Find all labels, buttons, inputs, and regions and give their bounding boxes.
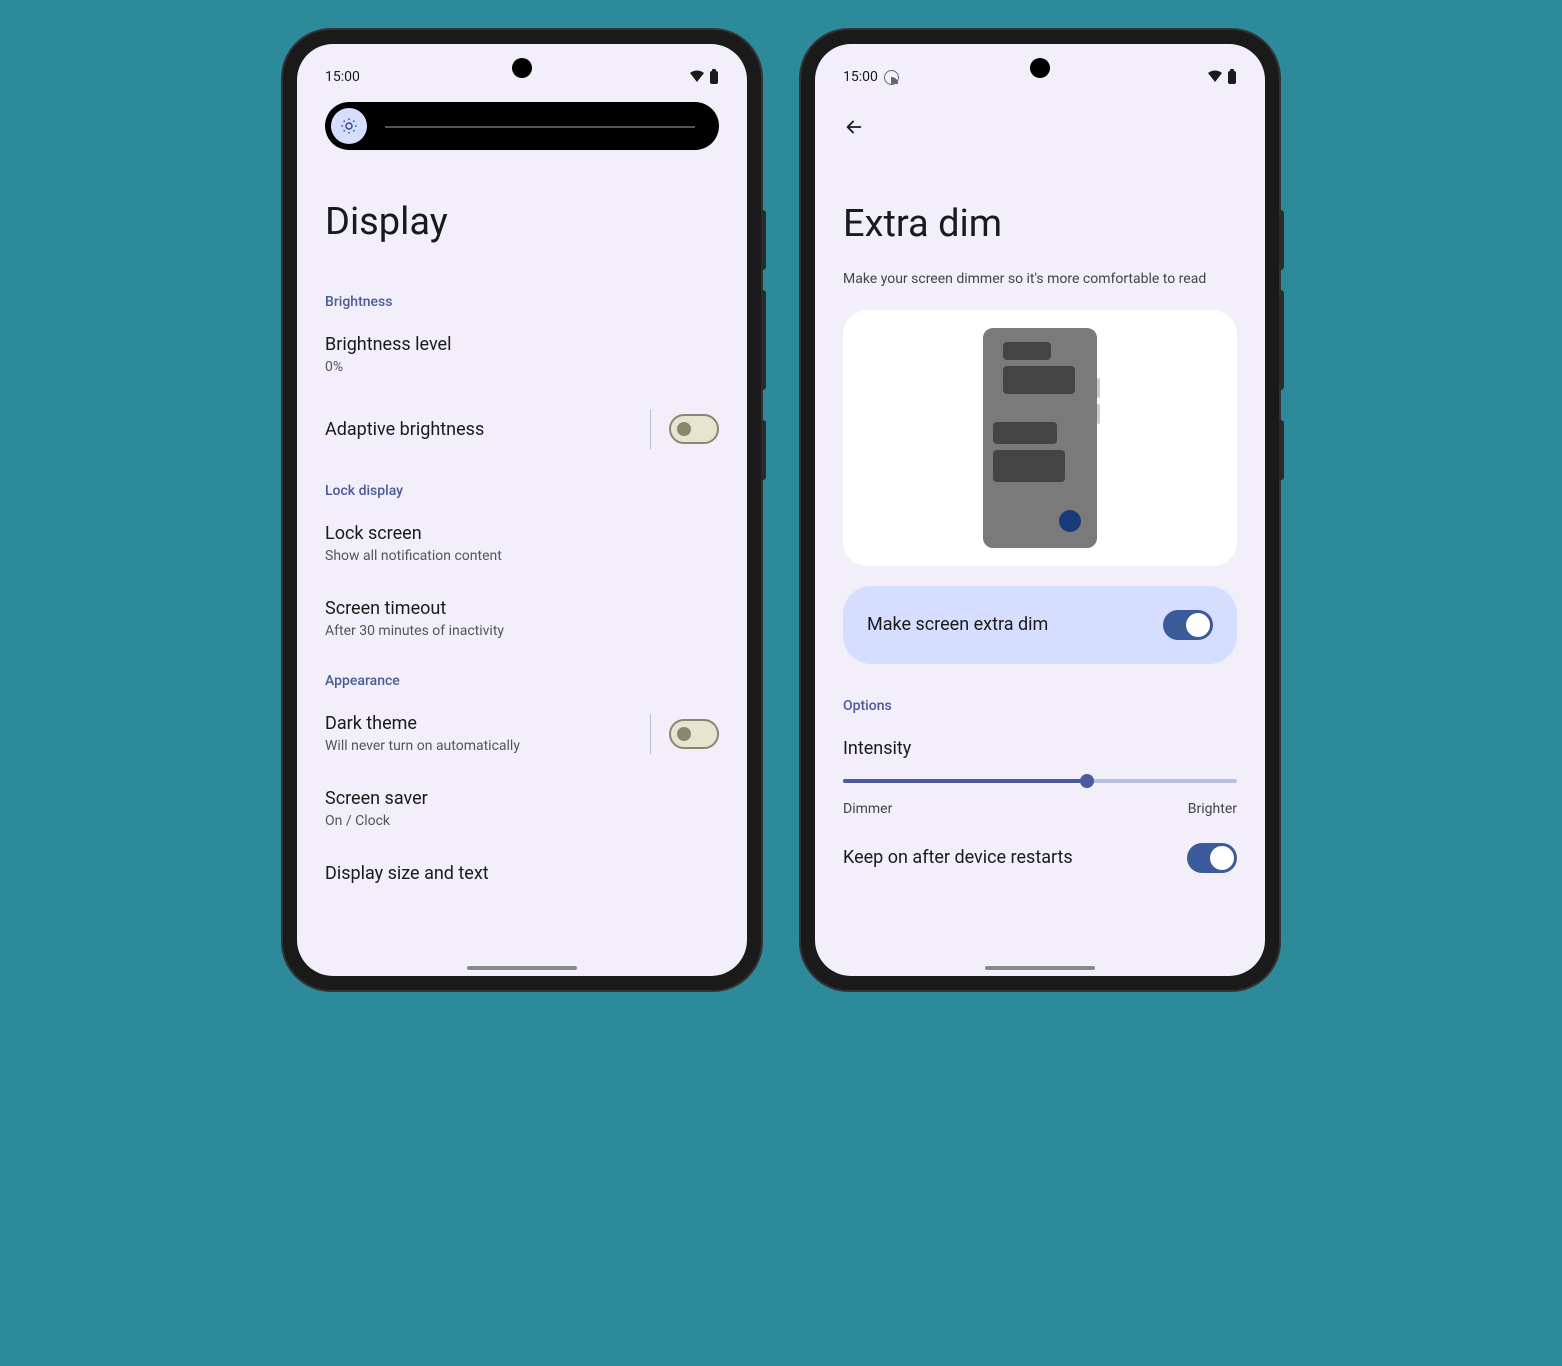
setting-sub: After 30 minutes of inactivity (325, 623, 719, 639)
toggle-extra-dim[interactable] (1163, 610, 1213, 640)
side-button (1279, 210, 1284, 270)
brightness-knob[interactable] (331, 108, 367, 144)
main-toggle-card[interactable]: Make screen extra dim (843, 586, 1237, 664)
row-screen-saver[interactable]: Screen saver On / Clock (325, 788, 719, 829)
row-keep-on[interactable]: Keep on after device restarts (843, 843, 1237, 873)
status-time: 15:00 (325, 69, 360, 85)
side-button (761, 420, 766, 480)
nav-indicator (467, 966, 577, 970)
keep-on-label: Keep on after device restarts (843, 847, 1073, 868)
main-toggle-label: Make screen extra dim (867, 614, 1048, 635)
camera-hole (512, 58, 532, 78)
setting-title: Screen timeout (325, 598, 719, 619)
row-adaptive-brightness[interactable]: Adaptive brightness (325, 409, 719, 449)
section-header-lock: Lock display (325, 483, 719, 499)
setting-title: Display size and text (325, 863, 719, 884)
back-arrow-icon[interactable] (843, 116, 865, 138)
phone-frame-extradim: 15:00 Extra dim Make your screen dimmer … (801, 30, 1279, 990)
wifi-icon (1207, 70, 1223, 84)
side-button (761, 290, 766, 390)
setting-sub: 0% (325, 359, 719, 375)
toggle-keep-on[interactable] (1187, 843, 1237, 873)
camera-hole (1030, 58, 1050, 78)
setting-sub: Show all notification content (325, 548, 719, 564)
brightness-track (385, 126, 695, 128)
battery-icon (709, 69, 719, 85)
nav-indicator (985, 966, 1095, 970)
slider-thumb[interactable] (1080, 774, 1094, 788)
page-title: Extra dim (843, 202, 1237, 246)
slider-max-label: Brighter (1188, 801, 1237, 817)
row-intensity: Intensity Dimmer Brighter (843, 738, 1237, 817)
setting-title: Brightness level (325, 334, 719, 355)
row-screen-timeout[interactable]: Screen timeout After 30 minutes of inact… (325, 598, 719, 639)
brightness-icon (340, 117, 358, 135)
preview-card (843, 310, 1237, 566)
setting-sub: On / Clock (325, 813, 719, 829)
battery-icon (1227, 69, 1237, 85)
section-header-brightness: Brightness (325, 294, 719, 310)
timer-icon (884, 70, 899, 85)
toggle-thumb (1186, 613, 1210, 637)
row-lock-screen[interactable]: Lock screen Show all notification conten… (325, 523, 719, 564)
row-dark-theme[interactable]: Dark theme Will never turn on automatica… (325, 713, 719, 754)
setting-title: Screen saver (325, 788, 719, 809)
toggle-dark-theme[interactable] (669, 719, 719, 749)
section-header-options: Options (843, 698, 1237, 714)
toggle-thumb (677, 422, 691, 436)
mini-phone-illustration (983, 328, 1097, 548)
toggle-adaptive-brightness[interactable] (669, 414, 719, 444)
side-button (1279, 290, 1284, 390)
page-description: Make your screen dimmer so it's more com… (843, 270, 1237, 290)
row-display-size[interactable]: Display size and text (325, 863, 719, 884)
phone-frame-display: 15:00 Display Brightness Brightness leve… (283, 30, 761, 990)
slider-min-label: Dimmer (843, 801, 892, 817)
side-button (1279, 420, 1284, 480)
setting-sub: Will never turn on automatically (325, 738, 650, 754)
setting-title: Adaptive brightness (325, 419, 650, 440)
section-header-appearance: Appearance (325, 673, 719, 689)
setting-title: Lock screen (325, 523, 719, 544)
brightness-slider[interactable] (325, 102, 719, 150)
intensity-label: Intensity (843, 738, 1237, 759)
page-title: Display (325, 200, 719, 244)
status-time: 15:00 (843, 69, 878, 85)
slider-fill (843, 779, 1087, 783)
intensity-slider[interactable] (843, 779, 1237, 783)
toggle-thumb (1210, 846, 1234, 870)
side-button (761, 210, 766, 270)
wifi-icon (689, 70, 705, 84)
row-brightness-level[interactable]: Brightness level 0% (325, 334, 719, 375)
setting-title: Dark theme (325, 713, 650, 734)
toggle-thumb (677, 727, 691, 741)
